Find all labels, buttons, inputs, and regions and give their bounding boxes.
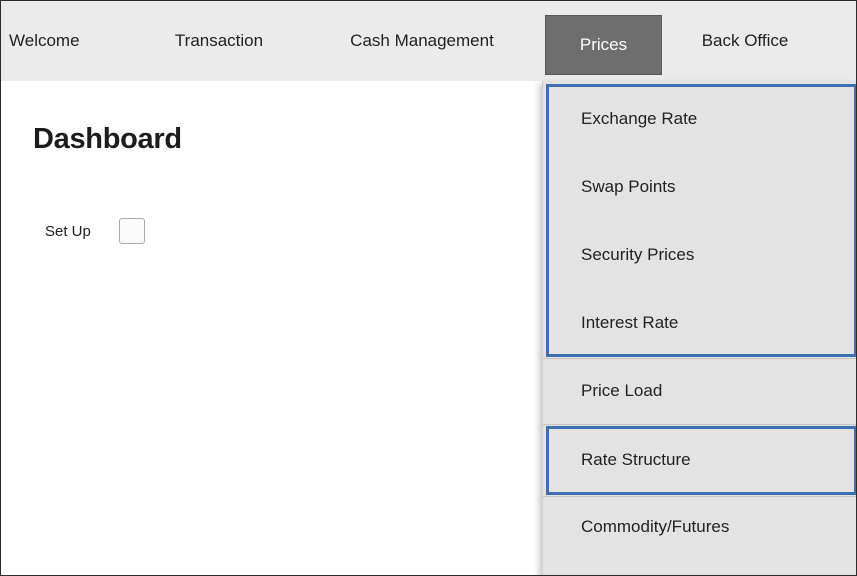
menu-item-label: Exchange Rate (581, 108, 698, 128)
menu-item-label: Commodity/Futures (581, 516, 730, 536)
menu-item-label: Rate Structure (581, 449, 691, 469)
setup-row: Set Up (45, 216, 145, 246)
top-nav-bar: Welcome Transaction Cash Management Pric… (1, 1, 856, 81)
nav-item-label: Prices (579, 35, 628, 54)
menu-item-interest-rate[interactable]: Interest Rate (543, 289, 856, 356)
setup-checkbox[interactable] (118, 218, 145, 244)
menu-item-label: Security Prices (581, 244, 695, 264)
nav-item-label: Back Office (701, 31, 789, 50)
menu-item-swap-points[interactable]: Swap Points (543, 153, 856, 220)
nav-item-transaction[interactable]: Transaction (151, 1, 287, 81)
menu-item-label: Price Load (581, 380, 663, 400)
menu-item-security-prices[interactable]: Security Prices (543, 221, 856, 288)
nav-item-back-office[interactable]: Back Office (675, 1, 815, 81)
menu-item-label: Interest Rate (581, 312, 679, 332)
setup-label: Set Up (45, 222, 91, 240)
page-title: Dashboard (33, 123, 182, 155)
menu-divider (543, 424, 856, 425)
nav-item-prices[interactable]: Prices (545, 15, 662, 75)
nav-item-welcome[interactable]: Welcome (9, 1, 113, 81)
prices-dropdown-menu: Exchange Rate Swap Points Security Price… (542, 81, 856, 575)
nav-item-label: Cash Management (350, 31, 494, 50)
nav-item-label: Welcome (9, 31, 80, 50)
menu-item-rate-structure[interactable]: Rate Structure (543, 426, 856, 493)
menu-item-price-load[interactable]: Price Load (543, 357, 856, 424)
app-window: Welcome Transaction Cash Management Pric… (0, 0, 857, 576)
nav-item-label: Transaction (174, 31, 264, 50)
nav-item-cash-management[interactable]: Cash Management (321, 1, 523, 81)
menu-item-commodity-futures[interactable]: Commodity/Futures (543, 493, 856, 560)
menu-item-label: Swap Points (581, 176, 676, 196)
menu-item-exchange-rate[interactable]: Exchange Rate (543, 85, 856, 152)
